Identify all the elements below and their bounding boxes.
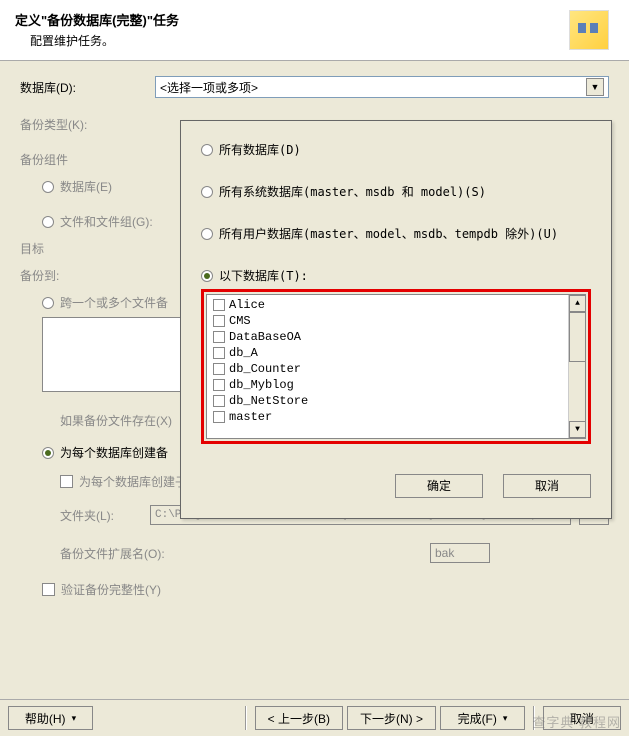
dropdown-buttons: 确定 取消 [201,474,591,498]
opt-these-label: 以下数据库(T): [219,267,308,284]
opt-user-label: 所有用户数据库(master、model、msdb、tempdb 除外)(U) [219,225,558,242]
comp-files-label: 文件和文件组(G): [60,213,153,230]
ok-button[interactable]: 确定 [395,474,483,498]
database-dropdown-panel: 所有数据库(D) 所有系统数据库(master、msdb 和 model)(S)… [180,120,612,519]
checkbox-icon [213,363,225,375]
checkbox-icon [213,299,225,311]
radio-icon [201,270,213,282]
database-row: 数据库(D): <选择一项或多项> ▼ [20,76,609,98]
checkbox-icon [213,411,225,423]
scrollbar[interactable]: ▲ ▼ [568,295,585,438]
wizard-header: 定义"备份数据库(完整)"任务 配置维护任务。 [0,0,629,61]
header-text: 定义"备份数据库(完整)"任务 配置维护任务。 [15,10,569,49]
db-item[interactable]: db_A [209,345,583,361]
radio-icon [42,447,54,459]
ext-row: 备份文件扩展名(O): bak [60,543,609,563]
backup-type-label: 备份类型(K): [20,116,155,133]
radio-icon [42,297,54,309]
checkbox-icon [42,583,55,596]
ext-input[interactable]: bak [430,543,490,563]
db-item[interactable]: Alice [209,297,583,313]
db-item-label: db_Myblog [229,378,294,392]
checkbox-icon [213,379,225,391]
scroll-thumb[interactable] [569,312,586,362]
database-combo[interactable]: <选择一项或多项> ▼ [155,76,609,98]
db-item[interactable]: db_Counter [209,361,583,377]
opt-these-databases[interactable]: 以下数据库(T): [201,267,591,284]
combo-dropdown-icon[interactable]: ▼ [586,78,604,96]
db-item-label: master [229,410,272,424]
db-item-label: DataBaseOA [229,330,301,344]
back-button[interactable]: < 上一步(B) [255,706,343,730]
header-title: 定义"备份数据库(完整)"任务 [15,10,569,29]
verify-check[interactable]: 验证备份完整性(Y) [42,581,609,598]
checkbox-icon [213,347,225,359]
scroll-down-icon[interactable]: ▼ [569,421,586,438]
cancel-button[interactable]: 取消 [503,474,591,498]
verify-label: 验证备份完整性(Y) [61,581,161,598]
db-item-label: db_A [229,346,258,360]
opt-all-databases[interactable]: 所有数据库(D) [201,141,591,158]
database-label: 数据库(D): [20,79,155,96]
radio-icon [201,186,213,198]
opt-user-databases[interactable]: 所有用户数据库(master、model、msdb、tempdb 除外)(U) [201,225,591,242]
db-item-label: db_NetStore [229,394,308,408]
next-button[interactable]: 下一步(N) > [347,706,436,730]
checkbox-icon [60,475,73,488]
per-db-label: 为每个数据库创建备 [60,444,168,461]
db-item[interactable]: DataBaseOA [209,329,583,345]
db-item-label: Alice [229,298,265,312]
db-list[interactable]: Alice CMS DataBaseOA db_A db_Counter db_Myblo… [206,294,586,439]
opt-system-label: 所有系统数据库(master、msdb 和 model)(S) [219,183,486,200]
radio-icon [201,228,213,240]
help-button[interactable]: 帮助(H) [8,706,93,730]
db-item[interactable]: db_Myblog [209,377,583,393]
radio-icon [201,144,213,156]
across-files-label: 跨一个或多个文件备 [60,294,168,311]
opt-all-label: 所有数据库(D) [219,141,301,158]
watermark: 查字典 教程网 [532,712,621,731]
db-list-highlight: Alice CMS DataBaseOA db_A db_Counter db_Myblo… [201,289,591,444]
ext-label: 备份文件扩展名(O): [60,545,430,562]
comp-database-label: 数据库(E) [60,178,112,195]
header-subtitle: 配置维护任务。 [30,32,569,49]
radio-icon [42,216,54,228]
db-item[interactable]: db_NetStore [209,393,583,409]
db-item-label: db_Counter [229,362,301,376]
checkbox-icon [213,315,225,327]
header-icon [569,10,609,50]
radio-icon [42,181,54,193]
db-item[interactable]: CMS [209,313,583,329]
db-item[interactable]: master [209,409,583,425]
scroll-up-icon[interactable]: ▲ [569,295,586,312]
finish-button[interactable]: 完成(F) [440,706,525,730]
database-combo-text: <选择一项或多项> [160,79,586,96]
checkbox-icon [213,331,225,343]
folder-label: 文件夹(L): [60,507,150,524]
opt-system-databases[interactable]: 所有系统数据库(master、msdb 和 model)(S) [201,183,591,200]
db-item-label: CMS [229,314,251,328]
checkbox-icon [213,395,225,407]
